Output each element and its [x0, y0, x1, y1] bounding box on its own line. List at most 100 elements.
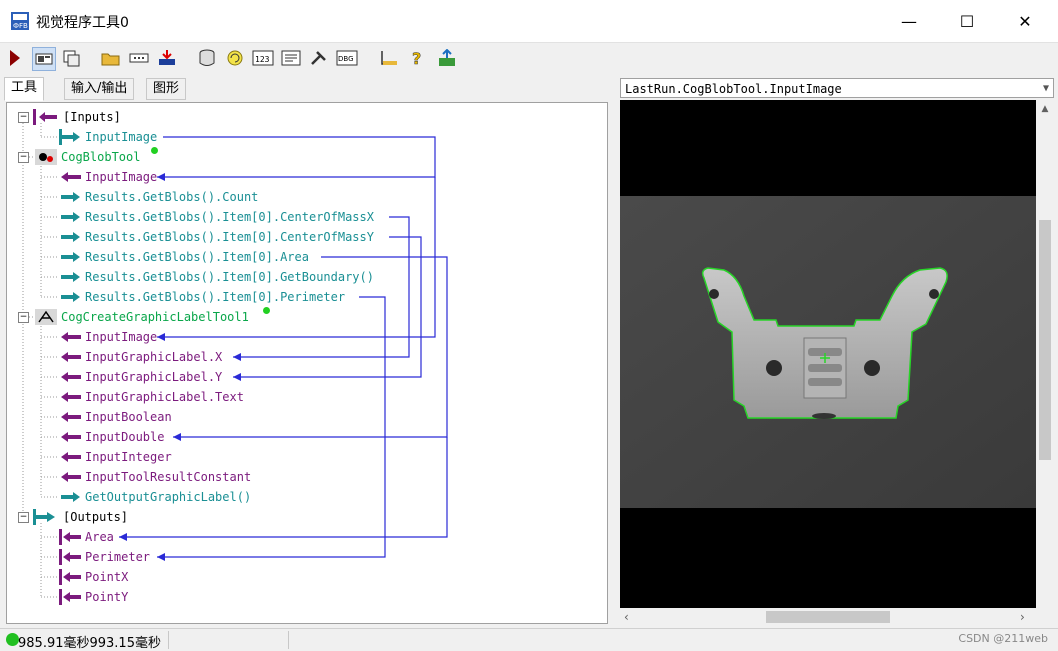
horizontal-scroll-thumb[interactable] — [766, 611, 890, 623]
database-icon — [199, 49, 215, 66]
dots-icon — [129, 53, 149, 63]
label-inputimage[interactable]: InputImage — [85, 329, 157, 345]
outputs-pointy[interactable]: PointY — [85, 589, 128, 605]
blob-tool-node[interactable]: CogBlobTool — [61, 149, 140, 165]
input-arrow-icon — [61, 472, 81, 482]
tool-tree-panel: − − − − [Inputs] InputImage CogBlobTool … — [6, 102, 608, 624]
blob-inputimage[interactable]: InputImage — [85, 169, 157, 185]
output-arrow-icon — [59, 129, 80, 145]
inputs-node[interactable]: [Inputs] — [63, 109, 121, 125]
status-separator — [288, 631, 289, 649]
svg-text:DBG: DBG — [338, 55, 354, 63]
scroll-left-icon[interactable]: ‹ — [624, 610, 629, 624]
blob-perimeter[interactable]: Results.GetBlobs().Item[0].Perimeter — [85, 289, 345, 305]
blob-count[interactable]: Results.GetBlobs().Count — [85, 189, 258, 205]
outputs-expander[interactable]: − — [18, 512, 29, 523]
measure-button[interactable] — [378, 47, 400, 69]
label-inputboolean[interactable]: InputBoolean — [85, 409, 172, 425]
outputs-area[interactable]: Area — [85, 529, 114, 545]
app-icon: ФFB — [11, 12, 29, 30]
watermark: CSDN @211web — [958, 632, 1048, 645]
tab-graphics[interactable]: 图形 — [146, 78, 187, 100]
import-icon — [159, 50, 175, 65]
blob-area[interactable]: Results.GetBlobs().Item[0].Area — [85, 249, 309, 265]
image-source-label: LastRun.CogBlobTool.InputImage — [625, 82, 842, 96]
output-arrow-icon — [61, 292, 80, 302]
horizontal-scrollbar[interactable]: ‹ › — [620, 608, 1036, 626]
inputs-inputimage[interactable]: InputImage — [85, 129, 157, 145]
maximize-button[interactable]: ☐ — [938, 0, 996, 42]
image-source-dropdown[interactable]: LastRun.CogBlobTool.InputImage ▼ — [620, 78, 1054, 98]
svg-text:ФFB: ФFB — [13, 22, 28, 30]
input-arrow-icon — [61, 392, 81, 402]
debug-button[interactable]: DBG — [336, 47, 358, 69]
scroll-right-icon[interactable]: › — [1020, 610, 1025, 624]
label-tool-expander[interactable]: − — [18, 312, 29, 323]
outputs-node[interactable]: [Outputs] — [63, 509, 128, 525]
label-inputinteger[interactable]: InputInteger — [85, 449, 172, 465]
measure-icon — [381, 51, 397, 65]
label-tool-node[interactable]: CogCreateGraphicLabelTool1 — [61, 309, 249, 325]
inputs-expander[interactable]: − — [18, 112, 29, 123]
run-icon — [10, 50, 20, 66]
input-arrow-icon — [61, 432, 81, 442]
refresh-button[interactable] — [224, 47, 246, 69]
open-button[interactable] — [100, 47, 122, 69]
blob-centerofmassy[interactable]: Results.GetBlobs().Item[0].CenterOfMassY — [85, 229, 374, 245]
input-arrow-icon — [59, 529, 81, 545]
label-inputtoolresultconstant[interactable]: InputToolResultConstant — [85, 469, 251, 485]
output-arrow-icon — [61, 232, 80, 242]
debug-icon: DBG — [336, 50, 358, 66]
edit-icon — [63, 50, 80, 67]
export-button[interactable] — [436, 47, 458, 69]
close-button[interactable]: ✕ — [996, 0, 1054, 42]
list-icon — [281, 50, 301, 66]
chevron-down-icon: ▼ — [1042, 83, 1049, 94]
status-separator — [168, 631, 169, 649]
toolbar: 123 DBG ? — [0, 42, 1058, 75]
label-tool-status-dot — [263, 307, 270, 314]
output-arrow-icon — [61, 252, 80, 262]
database-button[interactable] — [196, 47, 218, 69]
label-x[interactable]: InputGraphicLabel.X — [85, 349, 222, 365]
display-button[interactable] — [32, 47, 56, 71]
label-tool-icon — [35, 309, 57, 325]
image-display-panel: LastRun.CogBlobTool.InputImage ▼ ▲ ‹ › — [620, 78, 1056, 628]
tab-io[interactable]: 输入/输出 — [64, 78, 135, 100]
label-getoutputgraphiclabel[interactable]: GetOutputGraphicLabel() — [85, 489, 251, 505]
edit-button[interactable] — [60, 47, 82, 69]
minimize-button[interactable]: — — [880, 0, 938, 42]
list-button[interactable] — [280, 47, 302, 69]
help-icon: ? — [412, 49, 422, 67]
run-button[interactable] — [4, 47, 26, 69]
refresh-icon — [227, 50, 243, 66]
counter-icon: 123 — [252, 50, 274, 66]
help-button[interactable]: ? — [406, 47, 428, 69]
blob-tool-status-dot — [151, 147, 158, 154]
outputs-pointx[interactable]: PointX — [85, 569, 128, 585]
image-canvas[interactable] — [620, 100, 1036, 608]
blob-centerofmassx[interactable]: Results.GetBlobs().Item[0].CenterOfMassX — [85, 209, 374, 225]
tab-tools[interactable]: 工具 — [4, 77, 45, 101]
label-text[interactable]: InputGraphicLabel.Text — [85, 389, 244, 405]
blob-boundary[interactable]: Results.GetBlobs().Item[0].GetBoundary() — [85, 269, 374, 285]
vertical-scrollbar[interactable]: ▲ — [1036, 100, 1054, 608]
dots-button[interactable] — [128, 47, 150, 69]
inspection-image — [620, 196, 1036, 508]
label-inputdouble[interactable]: InputDouble — [85, 429, 164, 445]
blob-tool-icon — [35, 149, 57, 165]
display-icon — [35, 53, 53, 65]
window-title: 视觉程序工具0 — [36, 15, 129, 31]
label-y[interactable]: InputGraphicLabel.Y — [85, 369, 222, 385]
blob-tool-expander[interactable]: − — [18, 152, 29, 163]
scroll-up-icon[interactable]: ▲ — [1036, 104, 1054, 114]
outputs-perimeter[interactable]: Perimeter — [85, 549, 150, 565]
input-arrow-icon — [61, 172, 81, 182]
vertical-scroll-thumb[interactable] — [1039, 220, 1051, 460]
output-arrow-icon — [61, 272, 80, 282]
tools-button[interactable] — [308, 47, 330, 69]
maximize-icon: ☐ — [959, 11, 975, 31]
import-button[interactable] — [156, 47, 178, 69]
input-arrow-icon — [61, 332, 81, 342]
counter-button[interactable]: 123 — [252, 47, 274, 69]
